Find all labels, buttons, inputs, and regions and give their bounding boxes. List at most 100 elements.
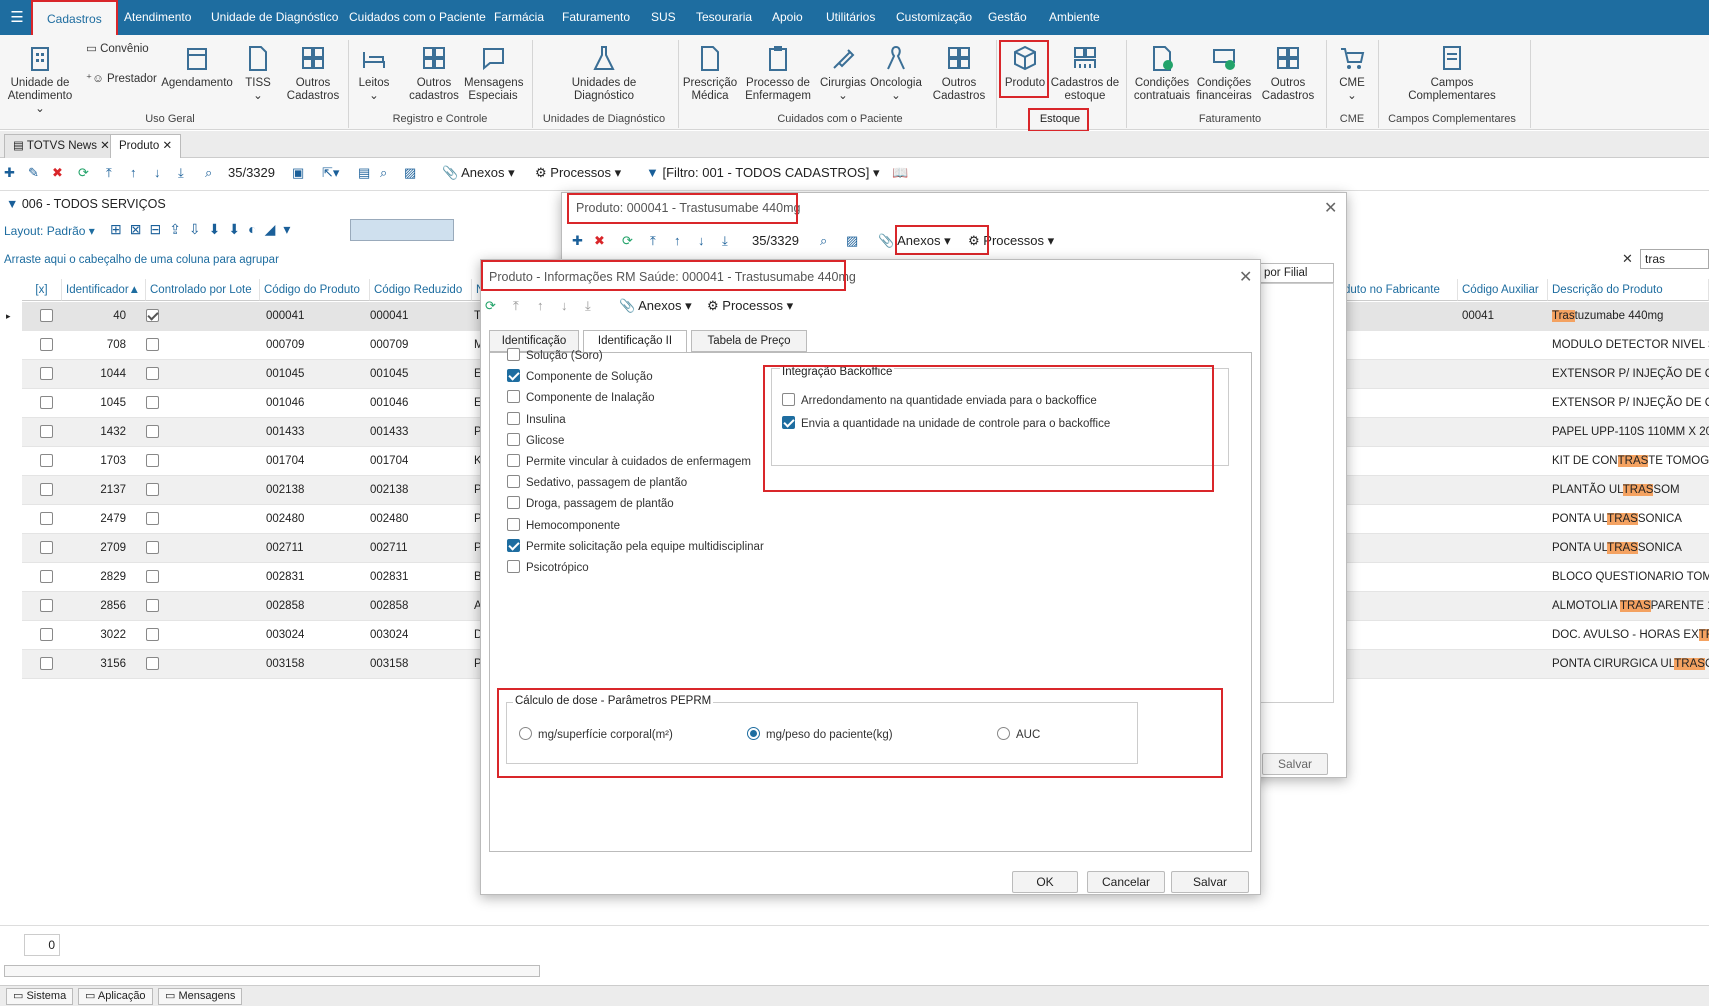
first-record-icon[interactable]: ⤒ <box>106 165 112 181</box>
search-icon[interactable]: ⌕ <box>205 165 212 181</box>
add-icon[interactable]: ✚ <box>4 165 15 181</box>
refresh-icon[interactable]: ⟳ <box>78 165 89 181</box>
checkbox-box[interactable] <box>782 393 795 406</box>
first-record-icon[interactable]: ⤒ <box>650 233 656 249</box>
tab-tabela-preco[interactable]: Tabela de Preço <box>691 330 807 352</box>
flag-checkbox[interactable]: Permite solicitação pela equipe multidis… <box>507 538 764 553</box>
ribbon-outros-cadastros-4[interactable]: Outros Cadastros <box>1258 43 1318 103</box>
flag-checkbox[interactable]: Insulina <box>507 411 566 426</box>
col-codigo[interactable]: Código do Produto <box>260 279 370 301</box>
col-lote[interactable]: Controlado por Lote <box>146 279 260 301</box>
anexos-menu[interactable]: 📎 Anexos ▾ <box>442 165 515 181</box>
tab-cuidados-paciente[interactable]: Cuidados com o Paciente <box>349 0 486 35</box>
checkbox-box[interactable] <box>507 496 520 510</box>
radio-auc[interactable]: AUC <box>997 727 1040 741</box>
flag-checkbox[interactable]: Componente de Solução <box>507 369 653 383</box>
export-icon[interactable]: ⇱▾ <box>322 165 339 181</box>
processos-menu[interactable]: ⚙ Processos ▾ <box>535 165 621 181</box>
checkbox-box[interactable] <box>507 454 520 467</box>
ribbon-prestador[interactable]: ⁺☺ Prestador <box>86 73 157 86</box>
doctab-totvs-news[interactable]: ▤ TOTVS News ✕ <box>4 134 119 158</box>
checkbox-box[interactable] <box>782 416 795 429</box>
clear-search-icon[interactable]: ✕ <box>1622 251 1633 267</box>
prev-record-icon[interactable]: ↑ <box>130 165 137 180</box>
ribbon-condicoes-contratuais[interactable]: Condições contratuais <box>1132 43 1192 103</box>
last-record-icon[interactable]: ⤓ <box>722 233 728 249</box>
search-input[interactable]: tras <box>1640 249 1709 269</box>
flag-checkbox[interactable]: Hemocomponente <box>507 517 620 532</box>
tab-sus[interactable]: SUS <box>651 0 676 35</box>
filter-menu[interactable]: ▼ [Filtro: 001 - TODOS CADASTROS] ▾ <box>646 165 880 181</box>
radio-button[interactable] <box>997 727 1010 740</box>
tab-unidade-diagnostico[interactable]: Unidade de Diagnóstico <box>211 0 338 35</box>
close-icon[interactable]: ✕ <box>1239 267 1252 287</box>
anexos-menu[interactable]: 📎 Anexos ▾ <box>878 233 951 249</box>
ribbon-outros-cadastros-1[interactable]: Outros Cadastros <box>284 43 342 103</box>
close-icon[interactable]: ✕ <box>162 140 172 152</box>
close-icon[interactable]: ✕ <box>1324 198 1337 218</box>
salvar-button[interactable]: Salvar <box>1262 753 1328 775</box>
ribbon-unidades-diagnostico[interactable]: Unidades de Diagnóstico <box>566 43 642 103</box>
ribbon-oncologia[interactable]: Oncologia ⌄ <box>868 43 924 103</box>
next-record-icon[interactable]: ↓ <box>561 298 568 313</box>
zoom-icon[interactable]: ⌕ <box>380 165 387 181</box>
salvar-button[interactable]: Salvar <box>1171 871 1249 893</box>
cancelar-button[interactable]: Cancelar <box>1087 871 1165 893</box>
ribbon-cadastros-estoque[interactable]: Cadastros de estoque <box>1050 43 1120 103</box>
checkbox-box[interactable] <box>507 475 520 489</box>
page-size-field[interactable]: 0 <box>24 934 60 956</box>
add-icon[interactable]: ✚ <box>572 233 583 249</box>
ribbon-processo-enfermagem[interactable]: Processo de Enfermagem <box>740 43 816 103</box>
checkbox-box[interactable] <box>507 348 520 361</box>
radio-button[interactable] <box>747 727 760 740</box>
ribbon-prescricao-medica[interactable]: Prescrição Médica <box>682 43 738 103</box>
col-select[interactable]: [x] <box>22 279 62 301</box>
ribbon-cirurgias[interactable]: Cirurgias ⌄ <box>818 43 868 103</box>
ribbon-agendamento[interactable]: Agendamento <box>160 43 234 90</box>
flag-checkbox[interactable]: Solução (Soro) <box>507 348 603 362</box>
checkbox-box[interactable] <box>507 538 520 552</box>
edit-icon[interactable]: ✎ <box>28 165 39 181</box>
ribbon-mensagens-especiais[interactable]: Mensagens Especiais <box>464 43 523 103</box>
radio-superficie-corporal[interactable]: mg/superfície corporal(m²) <box>519 727 673 741</box>
tab-farmacia[interactable]: Farmácia <box>494 0 544 35</box>
flag-checkbox[interactable]: Componente de Inalação <box>507 390 655 404</box>
ribbon-outros-cadastros-3[interactable]: Outros Cadastros <box>928 43 990 103</box>
app-menu-icon[interactable]: ☰ <box>6 7 28 29</box>
ribbon-leitos[interactable]: Leitos ⌄ <box>354 43 394 103</box>
flag-checkbox[interactable]: Permite vincular à cuidados de enfermage… <box>507 454 751 468</box>
view-mode-buttons[interactable] <box>350 219 454 241</box>
checkbox-box[interactable] <box>507 390 520 404</box>
ribbon-condicoes-financeiras[interactable]: Condições financeiras <box>1194 43 1254 103</box>
col-reduzido[interactable]: Código Reduzido <box>370 279 472 301</box>
next-record-icon[interactable]: ↓ <box>698 233 705 248</box>
flag-checkbox[interactable]: Glicose <box>507 432 564 447</box>
form-view-icon[interactable]: ▣ <box>292 165 304 181</box>
radio-peso-paciente[interactable]: mg/peso do paciente(kg) <box>747 727 893 741</box>
image-icon[interactable]: ▨ <box>404 165 416 181</box>
radio-button[interactable] <box>519 727 532 740</box>
flag-checkbox[interactable]: Sedativo, passagem de plantão <box>507 475 687 489</box>
close-icon[interactable]: ✕ <box>100 140 110 152</box>
backoffice-arredondamento-checkbox[interactable]: Arredondamento na quantidade enviada par… <box>782 393 1097 407</box>
tab-ambiente[interactable]: Ambiente <box>1049 0 1100 35</box>
ribbon-campos-complementares[interactable]: Campos Complementares <box>1392 43 1512 103</box>
processos-menu[interactable]: ⚙ Processos ▾ <box>707 298 793 314</box>
ribbon-tiss[interactable]: TISS ⌄ <box>238 43 278 103</box>
refresh-icon[interactable]: ⟳ <box>485 298 496 314</box>
ribbon-produto[interactable]: Produto <box>1002 43 1048 90</box>
delete-icon[interactable]: ✖ <box>52 165 63 181</box>
book-icon[interactable]: 📖 <box>892 165 908 181</box>
tab-faturamento[interactable]: Faturamento <box>562 0 630 35</box>
processos-menu[interactable]: ⚙ Processos ▾ <box>968 233 1054 249</box>
tab-cadastros[interactable]: Cadastros <box>31 0 118 38</box>
layout-selector[interactable]: Layout: Padrão ▾ <box>4 224 95 238</box>
image-icon[interactable]: ▨ <box>846 233 858 249</box>
checkbox-box[interactable] <box>507 560 520 573</box>
ok-button[interactable]: OK <box>1012 871 1078 893</box>
checkbox-box[interactable] <box>507 432 520 446</box>
horizontal-scrollbar[interactable] <box>4 965 540 977</box>
checkbox-box[interactable] <box>507 411 520 425</box>
status-mensagens[interactable]: ▭ Mensagens <box>158 988 243 1005</box>
tab-por-filial[interactable]: por Filial <box>1259 263 1334 283</box>
